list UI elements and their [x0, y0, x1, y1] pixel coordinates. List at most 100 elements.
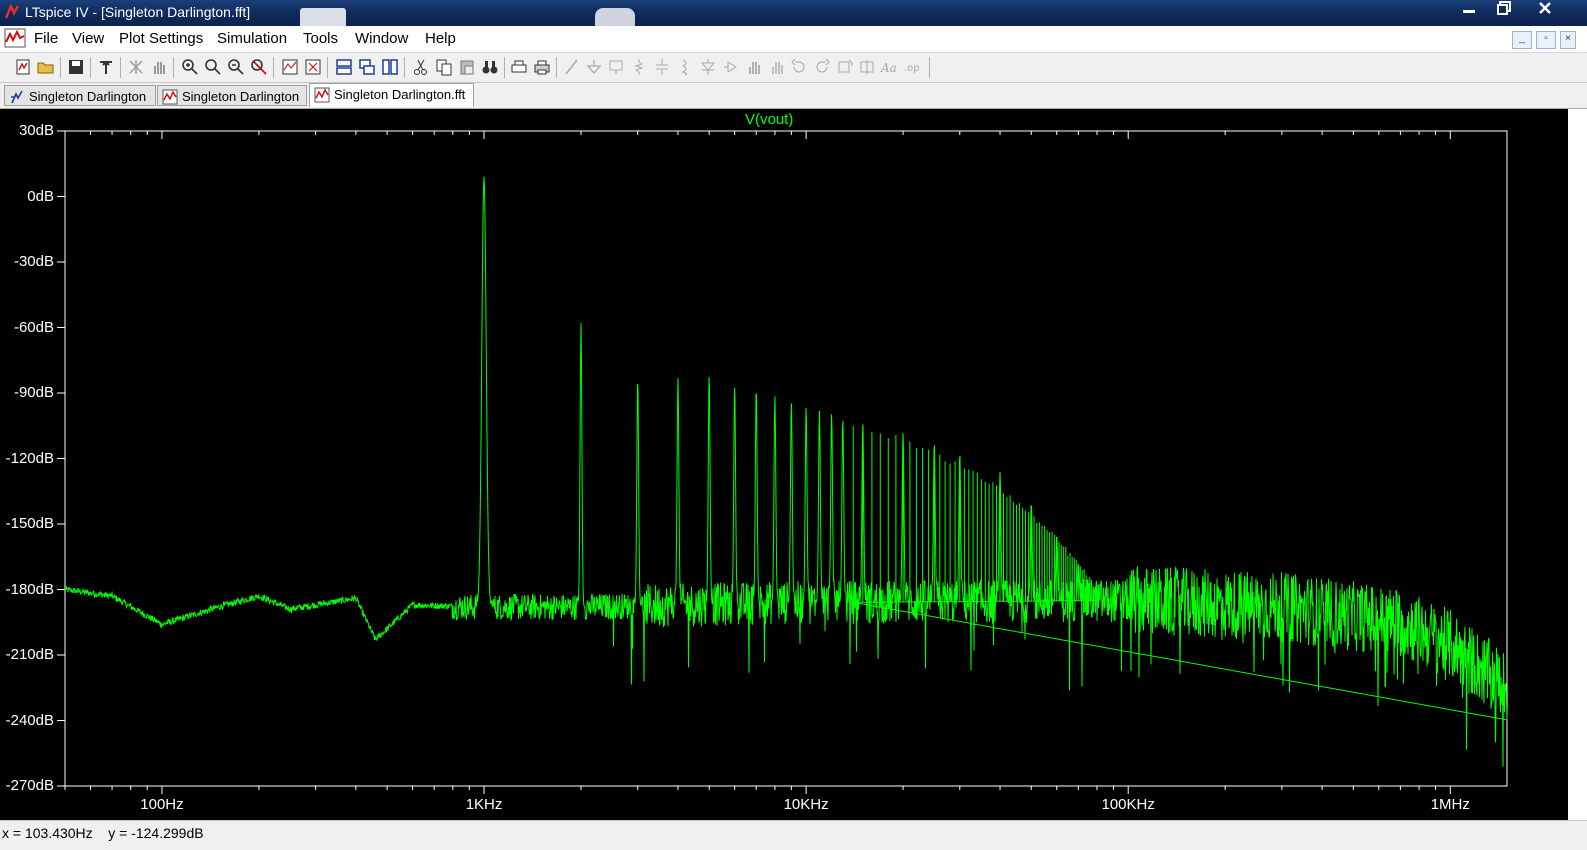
status-bar: x = 103.430Hz y = -124.299dB [0, 820, 1587, 850]
pan-icon[interactable] [150, 58, 168, 76]
menu-help[interactable]: Help [425, 30, 456, 47]
waveform-icon[interactable] [4, 28, 26, 48]
toolbar-separator [556, 57, 557, 78]
close-button[interactable] [1522, 0, 1568, 22]
toolbar-separator [929, 57, 930, 78]
rotate-icon[interactable] [836, 58, 854, 76]
undo-icon[interactable] [790, 58, 808, 76]
trace-label[interactable]: V(vout) [745, 111, 793, 128]
x-tick-label: 100KHz [1101, 796, 1155, 813]
y-tick-label: -90dB [13, 384, 54, 401]
x-tick-label: 10KHz [783, 796, 829, 813]
cascade-icon[interactable] [358, 58, 376, 76]
label-icon[interactable] [607, 58, 625, 76]
toolbar: Aa .op [0, 53, 1587, 83]
plot-axes [57, 130, 1508, 794]
zoom-in-icon[interactable] [181, 58, 199, 76]
text-icon[interactable]: Aa [880, 58, 898, 76]
cut-icon[interactable] [412, 58, 430, 76]
fft-plot[interactable] [0, 109, 1568, 820]
control-panel-icon[interactable] [97, 58, 115, 76]
y-tick-label: 30dB [18, 122, 54, 139]
x-tick-label: 1MHz [1430, 796, 1470, 813]
y-tick-label: -30dB [13, 253, 54, 270]
new-schematic-icon[interactable] [14, 58, 32, 76]
tab-label: Singleton Darlington [29, 89, 147, 104]
capacitor-icon[interactable] [653, 58, 671, 76]
waveform-icon [162, 89, 178, 105]
trace-vout[interactable] [64, 176, 1508, 767]
y-tick-label: 0dB [27, 187, 54, 205]
mdi-minimize-button[interactable]: _ [1512, 31, 1532, 49]
toolbar-separator [60, 57, 61, 78]
x-readout: x = 103.430Hz [2, 825, 93, 841]
toolbar-separator [504, 57, 505, 78]
resistor-icon[interactable] [630, 58, 648, 76]
mdi-restore-button[interactable]: ▫ [1536, 31, 1556, 49]
cursor-readout: x = 103.430Hz y = -124.299dB [2, 825, 204, 841]
drag-icon[interactable] [768, 58, 786, 76]
title-glare [595, 8, 635, 26]
x-tick-label: 1KHz [465, 796, 503, 813]
y-tick-label: -180dB [5, 580, 54, 598]
ground-icon[interactable] [585, 58, 603, 76]
wire-icon[interactable] [563, 58, 581, 76]
menu-file[interactable]: File [34, 30, 58, 47]
tab-bar: Singleton Darlington Singleton Darlingto… [0, 83, 1587, 109]
tab-label: Singleton Darlington.fft [334, 87, 466, 102]
paste-icon[interactable] [458, 58, 476, 76]
menu-view[interactable]: View [72, 30, 104, 47]
toolbar-separator [404, 57, 405, 78]
y-tick-label: -60dB [13, 318, 54, 336]
tile-vertical-icon[interactable] [381, 58, 399, 76]
component-icon[interactable] [722, 58, 740, 76]
y-tick-label: -270dB [5, 777, 54, 794]
close-icon [1539, 2, 1551, 14]
ltspice-logo-icon [5, 4, 20, 19]
print-icon[interactable] [533, 58, 551, 76]
copy-icon[interactable] [435, 58, 453, 76]
right-edge-strip [1568, 109, 1587, 820]
open-icon[interactable] [37, 58, 55, 76]
tab-schematic[interactable]: Singleton Darlington [4, 85, 156, 106]
tab-waveform[interactable]: Singleton Darlington [157, 85, 307, 106]
toolbar-separator [327, 57, 328, 78]
y-tick-label: -210dB [5, 646, 54, 663]
plot-frame [64, 130, 1508, 787]
tab-fft[interactable]: Singleton Darlington.fft [309, 83, 474, 107]
find-icon[interactable] [481, 58, 499, 76]
save-icon[interactable] [67, 58, 85, 76]
menu-tools[interactable]: Tools [303, 30, 338, 47]
plot-pane-icon[interactable] [281, 58, 299, 76]
minimize-icon [1463, 10, 1475, 13]
tab-label: Singleton Darlington [182, 89, 300, 104]
y-readout: y = -124.299dB [108, 825, 204, 841]
toolbar-separator [273, 57, 274, 78]
mdi-close-button[interactable]: × [1560, 31, 1576, 49]
inductor-icon[interactable] [676, 58, 694, 76]
diode-icon[interactable] [699, 58, 717, 76]
minimize-button[interactable] [1451, 0, 1487, 22]
menu-bar: File View Plot Settings Simulation Tools… [0, 26, 1587, 53]
delete-pane-icon[interactable] [304, 58, 322, 76]
zoom-out-icon[interactable] [227, 58, 245, 76]
menu-simulation[interactable]: Simulation [217, 30, 287, 47]
move-icon[interactable] [745, 58, 763, 76]
zoom-cancel-icon[interactable] [250, 58, 268, 76]
spice-directive-icon[interactable]: .op [903, 58, 921, 76]
tile-horizontal-icon[interactable] [335, 58, 353, 76]
plot-pane[interactable]: V(vout) 30dB 0dB -30dB -60dB -90dB -120dB -150… [0, 109, 1568, 820]
maximize-button[interactable] [1486, 0, 1522, 22]
redo-icon[interactable] [813, 58, 831, 76]
waveform-icon [314, 87, 330, 103]
autorange-icon[interactable] [127, 58, 145, 76]
title-glare [300, 8, 346, 26]
window-title: LTspice IV - [Singleton Darlington.fft] [25, 4, 251, 20]
title-bar: LTspice IV - [Singleton Darlington.fft] [0, 0, 1587, 26]
print-setup-icon[interactable] [510, 58, 528, 76]
schematic-icon [11, 90, 23, 104]
zoom-area-icon[interactable] [204, 58, 222, 76]
menu-plot-settings[interactable]: Plot Settings [119, 30, 203, 47]
mirror-icon[interactable] [858, 58, 876, 76]
menu-window[interactable]: Window [355, 30, 408, 47]
